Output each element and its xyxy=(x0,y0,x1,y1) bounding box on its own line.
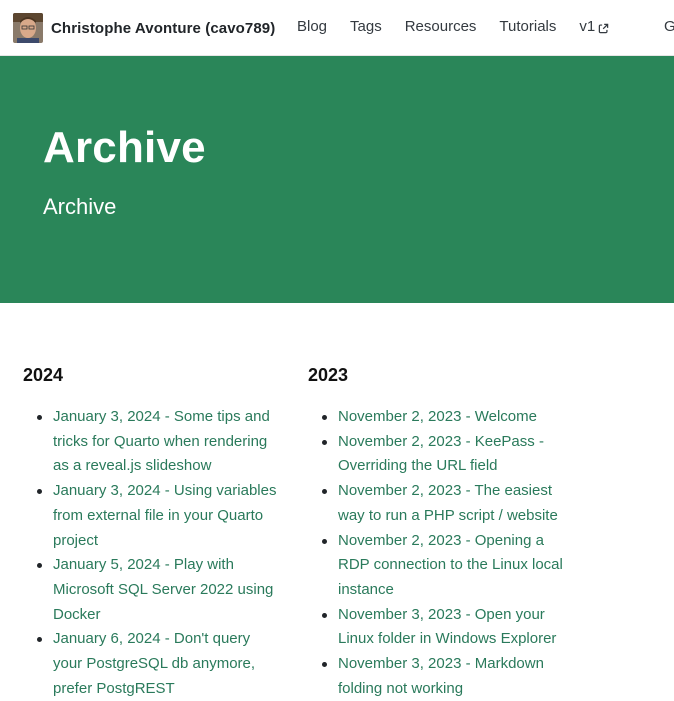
post-link[interactable]: January 5, 2024 - Play with Microsoft SQ… xyxy=(53,556,273,622)
list-item: November 2, 2023 - Welcome xyxy=(322,405,568,430)
list-item: January 6, 2024 - Don't query your Postg… xyxy=(37,627,278,701)
nav-link-cut-off[interactable]: G xyxy=(664,18,674,35)
list-item: January 5, 2024 - Play with Microsoft SQ… xyxy=(37,553,278,627)
post-link[interactable]: January 3, 2024 - Using variables from e… xyxy=(53,482,276,548)
post-link[interactable]: November 2, 2023 - Welcome xyxy=(338,408,537,425)
nav-link-v1[interactable]: v1 xyxy=(579,18,609,35)
post-link[interactable]: November 3, 2023 - Markdown folding not … xyxy=(338,655,544,697)
page-subtitle: Archive xyxy=(43,194,117,219)
post-link[interactable]: November 2, 2023 - Opening a RDP connect… xyxy=(338,532,563,598)
year-heading: 2024 xyxy=(23,365,64,385)
nav-link-tags[interactable]: Tags xyxy=(350,18,382,35)
post-link[interactable]: January 3, 2024 - Some tips and tricks f… xyxy=(53,408,270,474)
year-heading: 2023 xyxy=(308,365,349,385)
list-item: November 2, 2023 - The easiest way to ru… xyxy=(322,479,568,528)
avatar xyxy=(13,13,43,43)
post-list: November 2, 2023 - Welcome November 2, 2… xyxy=(308,405,568,701)
brand-link[interactable]: Christophe Avonture (cavo789) xyxy=(13,12,275,44)
top-navbar: Christophe Avonture (cavo789) Blog Tags … xyxy=(0,0,674,56)
list-item: January 3, 2024 - Some tips and tricks f… xyxy=(37,405,278,479)
list-item: November 2, 2023 - KeePass - Overriding … xyxy=(322,430,568,479)
archive-year-2023: 2023 November 2, 2023 - Welcome November… xyxy=(308,363,568,701)
nav-link-v1-label: v1 xyxy=(579,18,596,35)
post-link[interactable]: January 6, 2024 - Don't query your Postg… xyxy=(53,630,255,696)
post-link[interactable]: November 2, 2023 - KeePass - Overriding … xyxy=(338,433,544,475)
post-list: January 3, 2024 - Some tips and tricks f… xyxy=(23,405,278,701)
post-link[interactable]: November 3, 2023 - Open your Linux folde… xyxy=(338,606,556,648)
page-title: Archive xyxy=(43,123,206,172)
nav-link-blog[interactable]: Blog xyxy=(297,18,327,35)
hero-banner: Archive Archive xyxy=(0,56,674,303)
nav-link-resources[interactable]: Resources xyxy=(405,18,477,35)
list-item: November 2, 2023 - Opening a RDP connect… xyxy=(322,529,568,603)
external-link-icon xyxy=(598,21,609,34)
nav-link-tutorials[interactable]: Tutorials xyxy=(499,18,556,35)
nav-links: Blog Tags Resources Tutorials v1 xyxy=(297,18,632,35)
list-item: November 3, 2023 - Open your Linux folde… xyxy=(322,603,568,652)
list-item: January 3, 2024 - Using variables from e… xyxy=(37,479,278,553)
archive-year-2024: 2024 January 3, 2024 - Some tips and tri… xyxy=(23,363,278,701)
post-link[interactable]: November 2, 2023 - The easiest way to ru… xyxy=(338,482,558,524)
brand-title: Christophe Avonture (cavo789) xyxy=(51,19,276,37)
